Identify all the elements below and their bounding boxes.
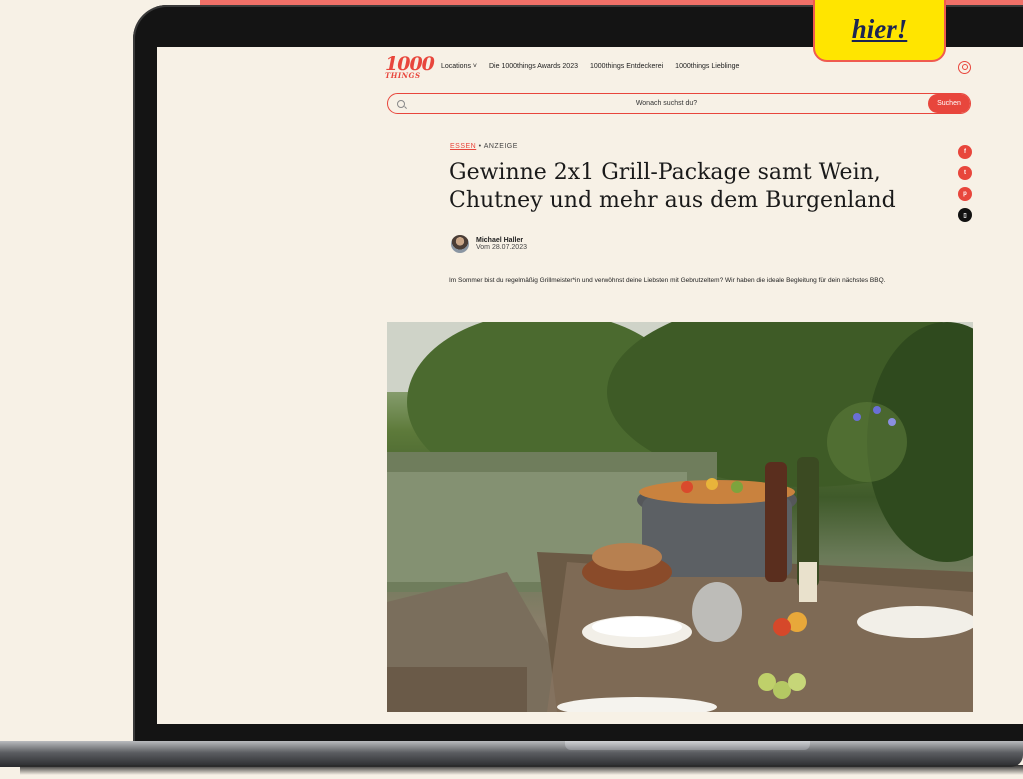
main-nav: Locations ˅ Die 1000things Awards 2023 1… bbox=[441, 63, 739, 70]
category-link[interactable]: ESSEN bbox=[450, 143, 476, 150]
bookmark-icon[interactable]: ▯ bbox=[958, 208, 972, 222]
search-input[interactable]: Wonach suchst du? bbox=[405, 100, 928, 107]
avatar[interactable] bbox=[451, 235, 469, 253]
nav-item-locations[interactable]: Locations ˅ bbox=[441, 63, 477, 70]
site-logo[interactable]: 1000 THINGS bbox=[385, 55, 435, 80]
nav-item-entdeckerei[interactable]: 1000things Entdeckerei bbox=[590, 63, 663, 70]
facebook-icon[interactable]: f bbox=[958, 145, 972, 159]
browser-screen: 1000 THINGS Locations ˅ Die 1000things A… bbox=[157, 47, 1023, 724]
account-icon[interactable] bbox=[958, 61, 971, 74]
nav-item-awards[interactable]: Die 1000things Awards 2023 bbox=[489, 63, 578, 70]
author-name[interactable]: Michael Haller bbox=[476, 237, 527, 244]
share-rail: f t p ▯ bbox=[958, 145, 972, 222]
author-meta: Michael Haller Vom 28.07.2023 bbox=[476, 237, 527, 251]
article-title: Gewinne 2x1 Grill-Package samt Wein, Chu… bbox=[449, 160, 896, 213]
laptop-shadow bbox=[20, 765, 1023, 775]
hero-image bbox=[387, 322, 973, 712]
author-block: Michael Haller Vom 28.07.2023 bbox=[451, 235, 527, 253]
cta-link[interactable]: hier! bbox=[852, 14, 908, 45]
search-bar[interactable]: Wonach suchst du? Suchen bbox=[387, 93, 971, 114]
pinterest-icon[interactable]: p bbox=[958, 187, 972, 201]
cta-badge[interactable]: hier! bbox=[813, 0, 946, 62]
publish-date: Vom 28.07.2023 bbox=[476, 244, 527, 251]
article-lead: Im Sommer bist du regelmäßig Grillmeiste… bbox=[449, 277, 886, 284]
search-button[interactable]: Suchen bbox=[928, 94, 970, 113]
twitter-icon[interactable]: t bbox=[958, 166, 972, 180]
article-kicker: ESSEN • ANZEIGE bbox=[450, 143, 518, 150]
nav-item-lieblinge[interactable]: 1000things Lieblinge bbox=[675, 63, 739, 70]
search-icon bbox=[397, 99, 405, 108]
laptop-base bbox=[0, 741, 1023, 767]
sponsored-tag: • ANZEIGE bbox=[476, 143, 518, 150]
bbq-table-photo bbox=[387, 322, 973, 712]
laptop-hinge bbox=[565, 741, 810, 750]
